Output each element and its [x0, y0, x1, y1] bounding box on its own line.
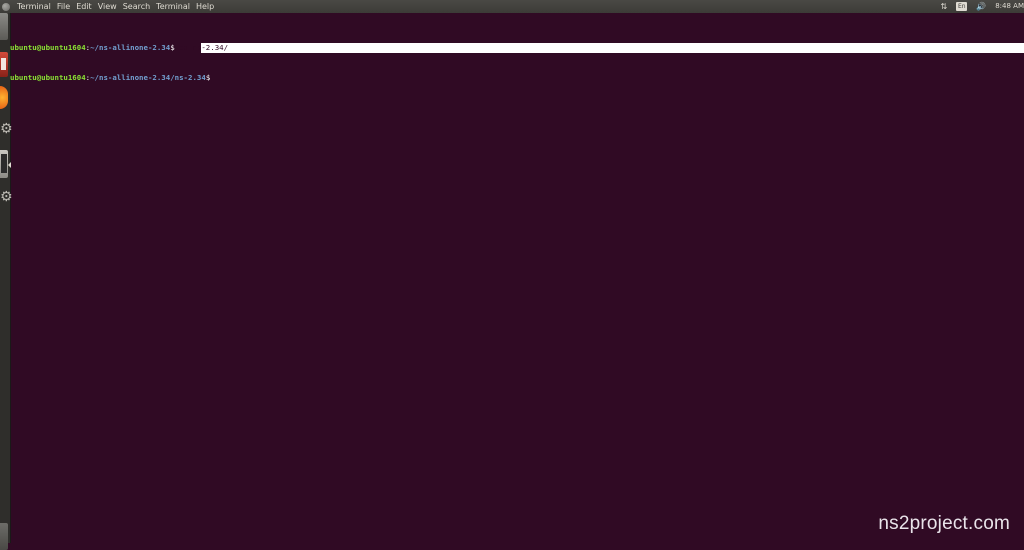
- watermark: ns2project.com: [878, 513, 1010, 534]
- active-indicator-icon: [8, 162, 11, 168]
- window-close-icon[interactable]: [2, 2, 10, 11]
- terminal-icon[interactable]: [0, 150, 8, 178]
- prompt-symbol: $: [170, 43, 180, 52]
- top-panel: Terminal File Edit View Search Terminal …: [0, 0, 1024, 13]
- network-icon[interactable]: ⇅: [941, 0, 948, 13]
- keyboard-layout-indicator[interactable]: En: [956, 2, 968, 11]
- prompt-path: ~/ns-allinone-2.34: [90, 43, 171, 52]
- settings-icon[interactable]: ⚙: [0, 185, 13, 210]
- prompt-user: ubuntu@ubuntu1604: [10, 43, 86, 52]
- menu-app-terminal[interactable]: Terminal: [14, 0, 54, 13]
- prompt-path: ~/ns-allinone-2.34/ns-2.34: [90, 73, 206, 82]
- system-tray: ⇅ En 🔊 8:48 AM: [941, 0, 1024, 13]
- command-text: cd ns-2.34/: [179, 43, 229, 52]
- terminal-line: ubuntu@ubuntu1604:~/ns-allinone-2.34/ns-…: [10, 73, 1024, 83]
- menu-file[interactable]: File: [54, 0, 73, 13]
- menu-help[interactable]: Help: [193, 0, 217, 13]
- firefox-icon[interactable]: [0, 86, 8, 109]
- prompt-symbol: $: [205, 73, 211, 82]
- volume-icon[interactable]: 🔊: [976, 0, 986, 13]
- files-icon[interactable]: [0, 13, 8, 40]
- menu-edit[interactable]: Edit: [73, 0, 95, 13]
- prompt-user: ubuntu@ubuntu1604: [10, 73, 86, 82]
- clock[interactable]: 8:48 AM: [995, 0, 1024, 13]
- menu-terminal[interactable]: Terminal: [153, 0, 193, 13]
- document-icon[interactable]: [0, 52, 8, 77]
- menu-search[interactable]: Search: [120, 0, 153, 13]
- software-icon[interactable]: ⚙: [0, 116, 13, 142]
- terminal-line: ubuntu@ubuntu1604:~/ns-allinone-2.34$ cd…: [10, 43, 1024, 53]
- trash-icon[interactable]: [0, 523, 8, 550]
- menu-view[interactable]: View: [95, 0, 120, 13]
- menubar: Terminal File Edit View Search Terminal …: [14, 0, 217, 13]
- terminal-output[interactable]: ubuntu@ubuntu1604:~/ns-allinone-2.34$ cd…: [10, 23, 1024, 93]
- selection-highlight: [201, 43, 1024, 53]
